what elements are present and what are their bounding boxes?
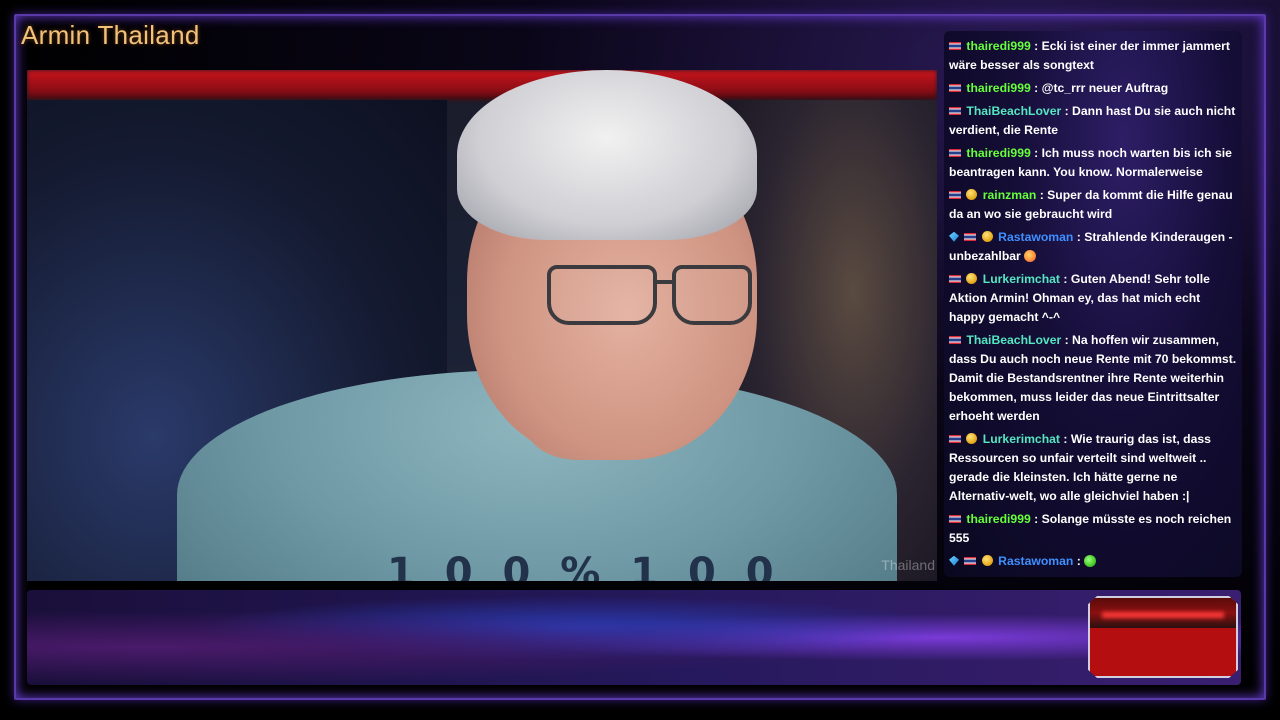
chat-message: thairedi999 : Ecki ist einer der immer j…: [949, 37, 1237, 75]
chat-message: Lurkerimchat : Guten Abend! Sehr tolle A…: [949, 270, 1237, 327]
chat-message: thairedi999 : @tc_rrr neuer Auftrag: [949, 79, 1237, 98]
thumbnail-red-light: [1101, 612, 1225, 619]
chat-username[interactable]: Rastawoman: [998, 554, 1073, 568]
chat-message: Lurkerimchat : Wie traurig das ist, dass…: [949, 430, 1237, 506]
person-hair: [457, 70, 757, 240]
chat-text: : @tc_rrr neuer Auftrag: [1034, 81, 1169, 95]
chat-username[interactable]: thairedi999: [966, 39, 1030, 53]
video-watermark: Thailand: [881, 557, 935, 573]
gem-badge-icon: [949, 231, 959, 242]
chat-username[interactable]: ThaiBeachLover: [966, 104, 1061, 118]
chat-username[interactable]: Lurkerimchat: [983, 432, 1060, 446]
chat-message: rainzman : Super da kommt die Hilfe gena…: [949, 186, 1237, 224]
webcam-video: 1 0 0 % 1 0 0 Thailand: [27, 70, 937, 581]
shirt-print: 1 0 0 % 1 0 0: [387, 550, 782, 581]
chat-username[interactable]: Lurkerimchat: [983, 272, 1060, 286]
coin-badge-icon: [966, 433, 978, 445]
coin-badge-icon: [981, 231, 993, 243]
chat-username[interactable]: ThaiBeachLover: [966, 333, 1061, 347]
chat-username[interactable]: thairedi999: [966, 512, 1030, 526]
heart-eyes-emoji-icon: [1024, 249, 1037, 262]
secondary-camera-thumbnail: [1088, 596, 1238, 678]
thailand-flag-icon: [964, 232, 977, 241]
thailand-flag-icon: [949, 41, 961, 50]
chat-panel[interactable]: thairedi999 : Ecki ist einer der immer j…: [944, 31, 1242, 577]
chat-username[interactable]: thairedi999: [966, 81, 1030, 95]
chat-message: Rastawoman :: [949, 552, 1237, 571]
thailand-flag-icon: [949, 148, 961, 157]
chat-message: Rastawoman : Strahlende Kinderaugen - un…: [949, 228, 1237, 266]
green-emoji-icon: [1084, 554, 1097, 567]
chat-message: ThaiBeachLover : Na hoffen wir zusammen,…: [949, 331, 1237, 426]
chat-message: thairedi999 : Ich muss noch warten bis i…: [949, 144, 1237, 182]
chat-text: :: [1076, 554, 1081, 568]
chat-username[interactable]: rainzman: [983, 188, 1037, 202]
glasses-lens-left: [547, 265, 657, 325]
thailand-flag-icon: [949, 514, 961, 523]
bottom-banner: [27, 590, 1241, 685]
coin-badge-icon: [981, 555, 993, 567]
thailand-flag-icon: [949, 335, 961, 344]
chat-username[interactable]: thairedi999: [966, 146, 1030, 160]
thailand-flag-icon: [949, 83, 961, 92]
thailand-flag-icon: [949, 106, 961, 115]
stream-title: Armin Thailand: [21, 20, 200, 50]
chat-message: thairedi999 : Solange müsste es noch rei…: [949, 510, 1237, 548]
background-red-light: [27, 70, 937, 100]
thailand-flag-icon: [949, 434, 961, 443]
thailand-flag-icon: [949, 190, 961, 199]
chat-username[interactable]: Rastawoman: [998, 230, 1073, 244]
thailand-flag-icon: [964, 556, 977, 565]
gem-badge-icon: [949, 555, 959, 566]
coin-badge-icon: [966, 273, 978, 285]
thailand-flag-icon: [949, 274, 961, 283]
glasses-lens-right: [672, 265, 752, 325]
coin-badge-icon: [966, 189, 978, 201]
chat-message: ThaiBeachLover : Dann hast Du sie auch n…: [949, 102, 1237, 140]
